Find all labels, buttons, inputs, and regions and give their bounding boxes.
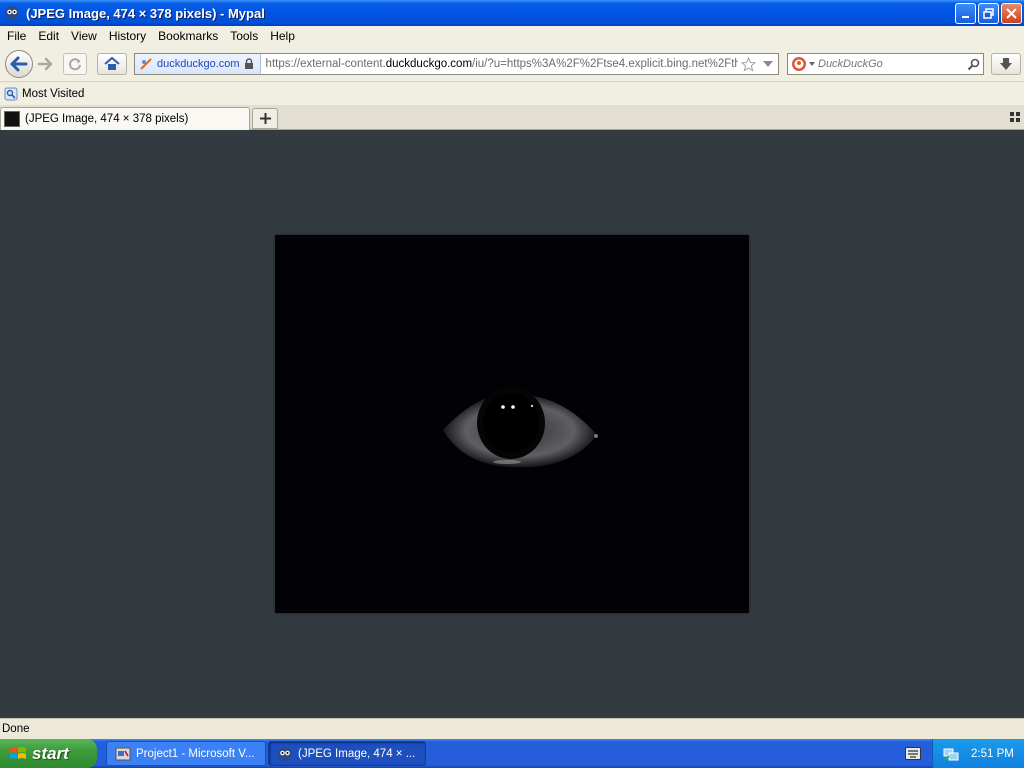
- bookmark-star-button[interactable]: [738, 56, 758, 72]
- keyboard-language-icon[interactable]: [905, 747, 921, 760]
- taskbar-item-mypal[interactable]: (JPEG Image, 474 × ...: [268, 741, 426, 766]
- minimize-button[interactable]: [955, 3, 976, 24]
- identity-domain: duckduckgo.com: [157, 58, 240, 70]
- window-title: (JPEG Image, 474 × 378 pixels) - Mypal: [26, 5, 265, 21]
- home-button[interactable]: [97, 53, 127, 75]
- url-suffix: /iu/?u=https%3A%2F%2Ftse4.explicit.bing.…: [472, 58, 738, 70]
- engine-dropdown-icon: [809, 62, 815, 66]
- search-bar[interactable]: [787, 53, 984, 75]
- restore-icon: [983, 8, 994, 19]
- tab-favicon-icon: [4, 111, 20, 127]
- menu-bookmarks[interactable]: Bookmarks: [152, 29, 224, 43]
- home-icon: [104, 57, 120, 70]
- mypal-app-icon: [5, 6, 19, 20]
- menu-help[interactable]: Help: [264, 29, 301, 43]
- page-content: [0, 130, 1024, 718]
- tab-label: (JPEG Image, 474 × 378 pixels): [25, 113, 189, 125]
- search-input[interactable]: [818, 58, 963, 70]
- start-label: start: [32, 743, 69, 763]
- search-engine-selector[interactable]: [788, 56, 818, 72]
- url-history-dropdown[interactable]: [758, 61, 778, 67]
- grid-dot: [1010, 112, 1014, 116]
- minimize-icon: [961, 15, 969, 18]
- taskbar-item-label: Project1 - Microsoft V...: [136, 747, 255, 760]
- search-go-button[interactable]: [963, 58, 983, 71]
- lock-icon: [244, 58, 253, 69]
- url-text[interactable]: https://external-content.duckduckgo.com/…: [261, 58, 738, 70]
- download-arrow-icon: [1000, 58, 1012, 70]
- mypal-taskbar-icon: [278, 746, 292, 761]
- close-icon: [1006, 8, 1017, 19]
- forward-arrow-icon: [37, 57, 53, 71]
- search-icon: [967, 58, 979, 70]
- tab-bar: (JPEG Image, 474 × 378 pixels): [0, 105, 1024, 130]
- duckduckgo-favicon-icon: [140, 58, 152, 70]
- grid-dot: [1016, 118, 1020, 122]
- downloads-button[interactable]: [991, 53, 1021, 75]
- url-domain: duckduckgo.com: [385, 58, 473, 70]
- url-prefix: https://external-content.: [265, 58, 386, 70]
- status-bar: Done: [0, 718, 1024, 739]
- taskbar-item-project1[interactable]: Project1 - Microsoft V...: [106, 741, 266, 766]
- back-button[interactable]: [5, 50, 33, 78]
- menu-edit[interactable]: Edit: [32, 29, 65, 43]
- new-tab-button[interactable]: [252, 108, 278, 129]
- most-visited-folder-icon: [4, 87, 18, 101]
- menu-bar: File Edit View History Bookmarks Tools H…: [0, 26, 1024, 46]
- back-arrow-icon: [10, 56, 28, 72]
- bookmarks-toolbar: Most Visited: [0, 83, 1024, 105]
- menu-tools[interactable]: Tools: [224, 29, 264, 43]
- url-bar[interactable]: duckduckgo.com https://external-content.…: [134, 53, 779, 75]
- status-text: Done: [2, 723, 30, 735]
- clock[interactable]: 2:51 PM: [971, 748, 1014, 760]
- title-bar: (JPEG Image, 474 × 378 pixels) - Mypal: [0, 0, 1024, 26]
- network-icon[interactable]: [943, 746, 959, 762]
- visual-basic-icon: [115, 747, 131, 760]
- grid-dot: [1010, 118, 1014, 122]
- restore-button[interactable]: [978, 3, 999, 24]
- windows-logo-icon: [10, 746, 26, 759]
- reload-button[interactable]: [63, 53, 87, 75]
- taskbar: start Project1 - Microsoft V... (JPEG Im…: [0, 739, 1024, 768]
- plus-icon: [259, 113, 271, 124]
- tab-jpeg-image[interactable]: (JPEG Image, 474 × 378 pixels): [0, 107, 250, 130]
- grid-dot: [1016, 112, 1020, 116]
- bookmark-most-visited[interactable]: Most Visited: [4, 87, 84, 101]
- menu-file[interactable]: File: [0, 29, 32, 43]
- forward-button[interactable]: [35, 55, 55, 73]
- start-button[interactable]: start: [0, 739, 97, 768]
- menu-view[interactable]: View: [65, 29, 103, 43]
- reload-icon: [69, 58, 81, 71]
- site-identity-button[interactable]: duckduckgo.com: [135, 54, 261, 74]
- duckduckgo-engine-icon: [792, 57, 806, 71]
- close-button[interactable]: [1001, 3, 1022, 24]
- dropdown-arrow-icon: [763, 61, 773, 67]
- menu-history[interactable]: History: [103, 29, 152, 43]
- taskbar-item-label: (JPEG Image, 474 × ...: [298, 747, 416, 760]
- bookmark-most-visited-label: Most Visited: [22, 88, 85, 100]
- system-tray: 2:51 PM: [932, 739, 1024, 768]
- navigation-toolbar: duckduckgo.com https://external-content.…: [0, 46, 1024, 82]
- list-all-tabs-button[interactable]: [1010, 112, 1020, 122]
- eye-image-icon: [443, 387, 598, 468]
- jpeg-image[interactable]: [275, 235, 749, 613]
- star-icon: [740, 56, 756, 72]
